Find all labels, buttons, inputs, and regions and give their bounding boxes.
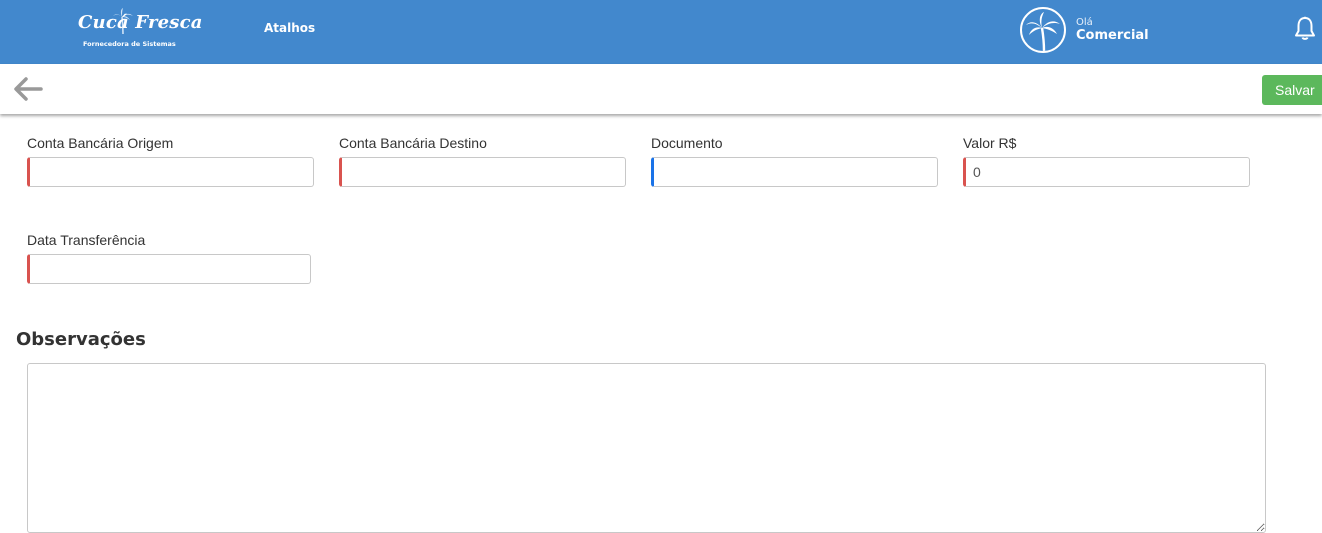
user-name[interactable]: Comercial <box>1076 28 1149 43</box>
logo-text: Cucá Fresca <box>78 12 203 33</box>
destination-account-input[interactable] <box>339 157 626 187</box>
notes-textarea[interactable] <box>27 363 1266 533</box>
origin-account-input[interactable] <box>27 157 314 187</box>
arrow-left-icon[interactable] <box>12 76 44 102</box>
shortcuts-menu[interactable]: Atalhos <box>264 21 315 35</box>
avatar[interactable] <box>1020 7 1066 53</box>
amount-input[interactable] <box>963 157 1250 187</box>
amount-label: Valor R$ <box>963 135 1017 151</box>
origin-account-label: Conta Bancária Origem <box>27 135 174 151</box>
top-header: Cucá Fresca Fornecedora de Sistemas Atal… <box>0 0 1322 64</box>
logo-subtitle: Fornecedora de Sistemas <box>83 40 176 48</box>
save-button[interactable]: Salvar <box>1262 75 1322 105</box>
destination-account-label: Conta Bancária Destino <box>339 135 487 151</box>
greeting-text: Olá <box>1076 17 1093 28</box>
bell-icon[interactable] <box>1293 16 1317 42</box>
logo[interactable]: Cucá Fresca Fornecedora de Sistemas <box>78 8 202 50</box>
palm-tree-avatar-icon <box>1026 12 1060 51</box>
document-label: Documento <box>651 135 723 151</box>
transfer-date-label: Data Transferência <box>27 232 146 248</box>
document-input[interactable] <box>651 157 938 187</box>
transfer-date-input[interactable] <box>27 254 311 284</box>
action-toolbar: Salvar <box>0 64 1322 114</box>
notes-title: Observações <box>16 329 146 350</box>
